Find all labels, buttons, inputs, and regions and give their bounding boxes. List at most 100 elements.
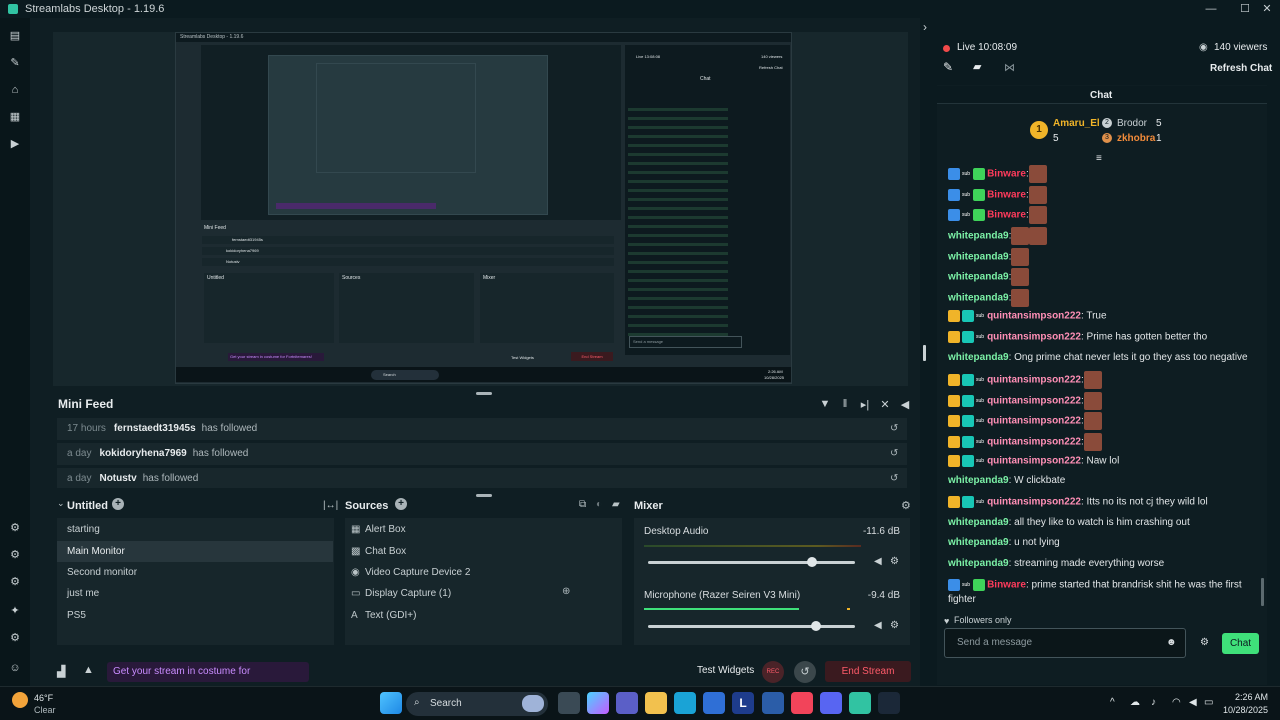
chat-username[interactable]: quintansimpson222 <box>987 375 1081 386</box>
chat-username[interactable]: whitepanda9 <box>948 293 1009 304</box>
steam-icon[interactable] <box>878 692 900 714</box>
chat-username[interactable]: quintansimpson222 <box>987 497 1081 508</box>
folder-icon[interactable]: ▰ <box>973 60 981 73</box>
settings-icon[interactable]: ⚙ <box>7 630 23 646</box>
chat-username[interactable]: Binware <box>987 580 1026 591</box>
chat-username[interactable]: quintansimpson222 <box>987 396 1081 407</box>
source-item[interactable]: ▭ Display Capture (1) <box>351 583 451 604</box>
file-explorer-icon[interactable] <box>645 692 667 714</box>
wifi-icon[interactable]: ◠ <box>1172 697 1181 708</box>
task-view-icon[interactable] <box>558 692 580 714</box>
taskbar-time[interactable]: 2:26 AM <box>1228 692 1268 702</box>
chat-username[interactable]: whitepanda9 <box>948 537 1009 548</box>
volume-knob[interactable] <box>810 621 821 631</box>
performance-icon[interactable]: ▟ <box>57 665 65 678</box>
launcher-icon[interactable]: L <box>732 692 754 714</box>
collapse-chat-chevron-icon[interactable]: › <box>923 20 927 34</box>
resize-handle-2[interactable] <box>476 494 492 497</box>
store-app-icon[interactable] <box>703 692 725 714</box>
emoji-icon[interactable]: ☻ <box>1166 637 1177 648</box>
taskbar-date[interactable]: 10/28/2025 <box>1208 705 1268 715</box>
minimize-icon[interactable]: — <box>1197 0 1225 18</box>
chat-username[interactable]: whitepanda9 <box>948 352 1009 363</box>
scenes-title[interactable]: Untitled <box>67 500 108 512</box>
chat-username[interactable]: whitepanda9 <box>948 475 1009 486</box>
scene-item[interactable]: Second monitor <box>57 562 333 583</box>
source-folder-icon[interactable]: ▰ <box>612 499 620 510</box>
source-item[interactable]: A Text (GDI+) <box>351 605 416 626</box>
windows-start-icon[interactable] <box>380 692 402 714</box>
end-stream-button[interactable]: End Stream <box>825 661 911 682</box>
channel-settings-icon[interactable]: ⚙ <box>890 556 899 567</box>
chat-username[interactable]: whitepanda9 <box>948 517 1009 528</box>
volume-knob[interactable] <box>806 557 817 567</box>
test-widgets-button[interactable]: Test Widgets <box>697 665 754 676</box>
chat-username[interactable]: whitepanda9 <box>948 272 1009 283</box>
profile-icon[interactable]: ☺ <box>7 660 23 676</box>
pause-icon[interactable]: ‖ <box>838 398 852 412</box>
tray-chevron-icon[interactable]: ^ <box>1110 697 1115 708</box>
add-source-icon[interactable]: + <box>395 498 407 510</box>
source-filter-icon[interactable]: ◐ <box>596 499 602 510</box>
chat-username[interactable]: quintansimpson222 <box>987 332 1081 343</box>
speaker-icon[interactable]: ◀ <box>874 556 882 567</box>
scene-item[interactable]: PS5 <box>57 605 333 626</box>
sparkle-icon[interactable]: ✦ <box>7 603 23 619</box>
close-icon[interactable]: ✕ <box>1253 0 1280 18</box>
chat-username[interactable]: quintansimpson222 <box>987 437 1081 448</box>
chat-send-button[interactable]: Chat <box>1222 633 1259 654</box>
chat-scroll-down-icon[interactable]: ≡ <box>1096 153 1102 164</box>
split-icon[interactable]: |↔| <box>323 500 338 511</box>
dual-output-icon[interactable]: ⚙ <box>7 520 23 536</box>
source-selection-icon[interactable]: ⧉ <box>579 499 586 510</box>
chat-scrollbar[interactable] <box>1261 578 1264 606</box>
themes-icon[interactable]: ✎ <box>7 55 23 71</box>
filter-icon[interactable]: ▼ <box>818 398 832 412</box>
source-item[interactable]: ▦ Alert Box <box>351 519 406 540</box>
chat-resize-handle[interactable] <box>923 345 926 361</box>
alert-warning-icon[interactable]: ▲ <box>83 664 94 676</box>
speaker-icon[interactable]: ◀ <box>874 620 882 631</box>
source-item[interactable]: ▩ Chat Box <box>351 541 406 562</box>
record-button[interactable]: REC <box>762 661 784 683</box>
scene-item[interactable]: just me <box>57 583 333 604</box>
add-scene-icon[interactable]: + <box>112 498 124 510</box>
chat-settings-icon[interactable]: ⚙ <box>1200 637 1209 648</box>
scene-item[interactable]: starting <box>57 519 333 540</box>
chat-username[interactable]: quintansimpson222 <box>987 311 1081 322</box>
discord-icon[interactable] <box>820 692 842 714</box>
chat-username[interactable]: whitepanda9 <box>948 252 1009 263</box>
gear-alt-icon[interactable]: ⚙ <box>7 574 23 590</box>
music-icon[interactable] <box>791 692 813 714</box>
chat-username[interactable]: quintansimpson222 <box>987 416 1081 427</box>
replay-buffer-icon[interactable]: ↺ <box>794 661 816 683</box>
chat-username[interactable]: Binware <box>987 190 1026 201</box>
refresh-chat-button[interactable]: Refresh Chat <box>1210 63 1272 74</box>
editor-icon[interactable]: ▤ <box>7 28 23 44</box>
store-icon[interactable]: ⌂ <box>7 82 23 98</box>
chat-username[interactable]: whitepanda9 <box>948 558 1009 569</box>
settings-gear-icon[interactable]: ⚙ <box>7 547 23 563</box>
chat-input[interactable]: Send a message <box>944 628 1186 658</box>
promo-banner[interactable]: Get your stream in costume for Fortnitem… <box>107 662 309 697</box>
tray-cloud-icon[interactable]: ☁ <box>1130 697 1140 708</box>
replay-icon[interactable]: ↺ <box>890 443 898 465</box>
chat-username[interactable]: Binware <box>987 210 1026 221</box>
weather-temp[interactable]: 46°F <box>34 693 53 703</box>
edit-icon[interactable]: ✎ <box>943 60 953 74</box>
teams-icon[interactable] <box>616 692 638 714</box>
mute-notifications-icon[interactable]: ✕ <box>878 398 892 412</box>
scene-item-selected[interactable]: Main Monitor <box>57 541 333 562</box>
remote-icon[interactable] <box>762 692 784 714</box>
source-item[interactable]: ◉ Video Capture Device 2 <box>351 562 470 583</box>
chat-username[interactable]: Binware <box>987 169 1026 180</box>
volume-slider[interactable] <box>648 625 855 628</box>
media-icon[interactable]: ▦ <box>7 109 23 125</box>
mixer-settings-icon[interactable]: ⚙ <box>901 499 911 512</box>
volume-icon[interactable]: ◀ <box>898 398 912 412</box>
skip-icon[interactable]: ▸| <box>858 398 872 412</box>
streamlabs-icon[interactable] <box>849 692 871 714</box>
play-icon[interactable]: ▶ <box>7 136 23 152</box>
chat-username[interactable]: quintansimpson222 <box>987 456 1081 467</box>
volume-slider[interactable] <box>648 561 855 564</box>
